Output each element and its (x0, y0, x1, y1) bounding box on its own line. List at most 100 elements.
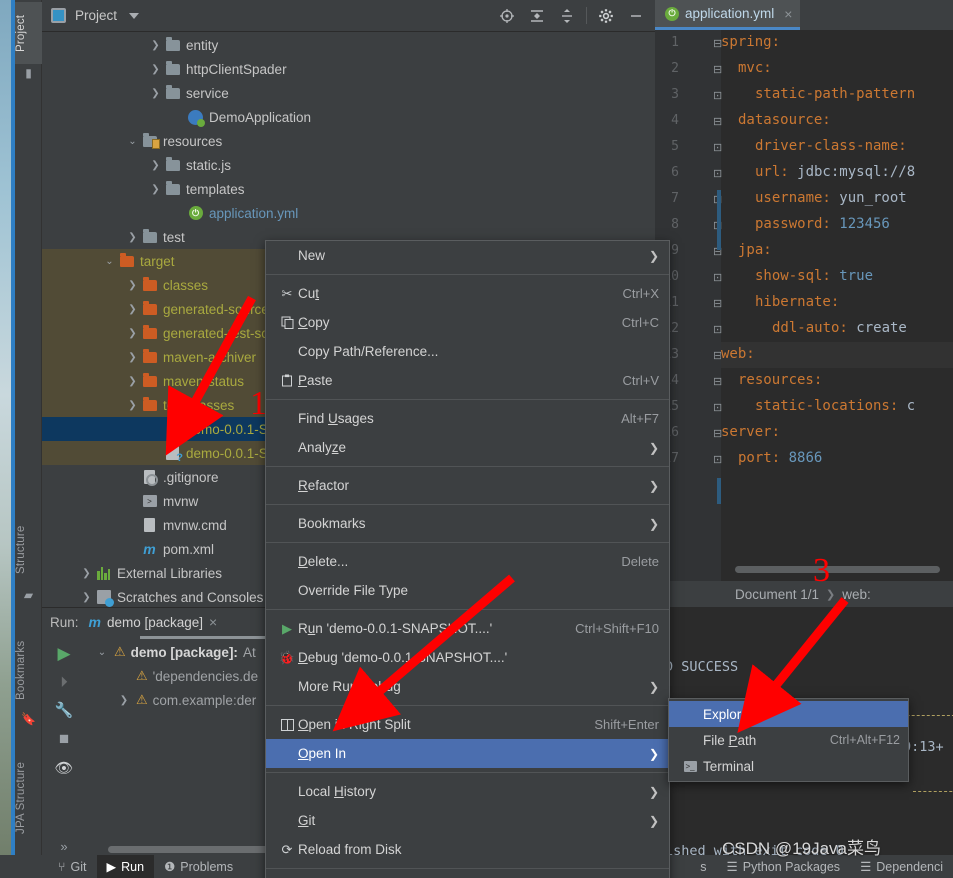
sidebar-tab-structure[interactable]: Structure (15, 514, 42, 586)
folder-orange-icon (119, 252, 134, 267)
chevron-right-icon[interactable]: ❯ (125, 280, 140, 291)
folder-icon (142, 228, 157, 243)
submenu-item-explorer[interactable]: Explorer (669, 701, 908, 727)
menu-item-label: Delete... (298, 554, 349, 569)
wrench-icon[interactable]: 🔧 (55, 701, 74, 719)
chevron-down-icon[interactable]: ⌄ (95, 647, 109, 658)
tree-item-label: .gitignore (163, 469, 219, 485)
run-tree-label: com.example:der (152, 692, 257, 708)
menu-item-open-in-right-split[interactable]: Open in Right Split Shift+Enter (266, 710, 669, 739)
layers-icon: ☰ (860, 860, 872, 874)
tree-item-resources[interactable]: ⌄ resources (42, 129, 655, 153)
locate-icon[interactable] (492, 1, 522, 31)
minimize-icon[interactable] (621, 1, 651, 31)
expand-all-icon[interactable] (552, 1, 582, 31)
tree-item-application-yml[interactable]: ⏻ application.yml (42, 201, 655, 225)
run-play-icon[interactable]: ▶ (57, 644, 70, 664)
status-item-run[interactable]: ▶ Run (96, 855, 155, 878)
menu-item-run-demo-0-0-1-snapshot[interactable]: ▶ Run 'demo-0.0.1-SNAPSHOT....' Ctrl+Shift… (266, 614, 669, 643)
submenu-item-file-path[interactable]: File Path Ctrl+Alt+F12 (669, 727, 908, 753)
submenu-item-terminal[interactable]: >_ Terminal (669, 753, 908, 779)
chevron-right-icon[interactable]: ❯ (125, 304, 140, 315)
chevron-right-icon[interactable]: ❯ (125, 232, 140, 243)
menu-item-copy[interactable]: Copy Ctrl+C (266, 308, 669, 337)
chevron-right-icon[interactable]: ❯ (148, 64, 163, 75)
menu-item-override-file-type[interactable]: Override File Type (266, 576, 669, 605)
chevron-right-icon[interactable]: ❯ (125, 376, 140, 387)
run-tab-demo-package[interactable]: m demo [package] × (89, 614, 218, 630)
chevron-right-icon: ❯ (648, 813, 659, 828)
status-item-truncated[interactable]: s (690, 855, 716, 878)
close-icon[interactable]: × (209, 614, 217, 630)
chevron-right-icon: ❯ (648, 478, 659, 493)
editor-horizontal-scrollbar[interactable] (735, 566, 940, 573)
chevron-right-icon[interactable]: ❯ (79, 568, 94, 579)
menu-item-cut[interactable]: ✂ Cut Ctrl+X (266, 279, 669, 308)
menu-item-paste[interactable]: Paste Ctrl+V (266, 366, 669, 395)
menu-item-compare-with[interactable]: ⇄Compare With...Ctrl+D (266, 873, 669, 878)
chevron-right-icon[interactable]: ❯ (148, 88, 163, 99)
more-icon[interactable]: » (60, 839, 67, 854)
menu-item-shortcut: Ctrl+C (621, 315, 659, 330)
chevron-down-icon[interactable]: ⌄ (102, 256, 117, 267)
menu-item-local-history[interactable]: Local History ❯ (266, 777, 669, 806)
breadcrumb-web[interactable]: web: (842, 587, 871, 602)
menu-item-delete[interactable]: Delete... Delete (266, 547, 669, 576)
menu-item-find-usages[interactable]: Find Usages Alt+F7 (266, 404, 669, 433)
breadcrumb-document[interactable]: Document 1/1 (735, 587, 819, 602)
menu-item-open-in[interactable]: Open In ❯ (266, 739, 669, 768)
open-in-submenu[interactable]: Explorer File Path Ctrl+Alt+F12 >_ Terminal (668, 698, 909, 782)
editor-code-line: username: yun_root (755, 190, 907, 206)
sidebar-tab-project[interactable]: Project (15, 2, 42, 64)
status-item-git[interactable]: ⑂ Git (48, 855, 97, 878)
chevron-down-icon[interactable] (129, 12, 140, 19)
menu-item-analyze[interactable]: Analyze ❯ (266, 433, 669, 462)
editor-tab-application-yml[interactable]: ⏻ application.yml × (655, 0, 801, 30)
copy-icon (276, 316, 298, 329)
chevron-right-icon[interactable]: ❯ (148, 184, 163, 195)
chevron-right-icon[interactable]: ❯ (79, 592, 94, 603)
context-menu[interactable]: New ❯ ✂ Cut Ctrl+X Copy Ctrl+C Copy Path/Refere… (265, 240, 670, 878)
chevron-right-icon[interactable]: ❯ (125, 352, 140, 363)
chevron-right-icon[interactable]: ❯ (117, 695, 131, 706)
status-item-problems[interactable]: ❶ Problems (154, 855, 243, 878)
run-tree-scrollbar[interactable] (108, 846, 271, 853)
chevron-down-icon[interactable]: ⌄ (125, 136, 140, 147)
status-truncated-label: s (700, 859, 707, 874)
editor-code-content[interactable]: spring: mvc: static-path-pattern datasource… (721, 30, 953, 607)
menu-item-new[interactable]: New ❯ (266, 241, 669, 270)
sidebar-tab-jpa-structure[interactable]: JPA Structure (15, 752, 42, 844)
sidebar-tab-bookmarks[interactable]: Bookmarks (15, 630, 42, 710)
stop-icon[interactable]: ■ (59, 729, 69, 749)
tree-item-templates[interactable]: ❯ templates (42, 177, 655, 201)
menu-item-refactor[interactable]: Refactor ❯ (266, 471, 669, 500)
folder-orange-icon (142, 324, 157, 339)
tree-item-demoapplication[interactable]: DemoApplication (42, 105, 655, 129)
tree-item-service[interactable]: ❯ service (42, 81, 655, 105)
tree-item-static-js[interactable]: ❯ static.js (42, 153, 655, 177)
collapse-all-icon[interactable] (522, 1, 552, 31)
tree-item-label: test-classes (163, 397, 235, 413)
menu-item-more-run-debug[interactable]: More Run/Debug ❯ (266, 672, 669, 701)
resources-folder-icon (142, 132, 160, 149)
menu-item-reload-from-disk[interactable]: ⟳ Reload from Disk (266, 835, 669, 864)
menu-item-git[interactable]: Git ❯ (266, 806, 669, 835)
rerun-icon[interactable]: ⏵ (60, 674, 68, 691)
menu-item-debug-demo-0-0-1-snapshot[interactable]: 🐞 Debug 'demo-0.0.1-SNAPSHOT....' (266, 643, 669, 672)
tree-item-httpclientspader[interactable]: ❯ httpClientSpader (42, 57, 655, 81)
chevron-right-icon[interactable]: ❯ (148, 40, 163, 51)
annotation-number-3: 3 (813, 552, 830, 589)
gear-icon[interactable] (591, 1, 621, 31)
menu-item-label: Run 'demo-0.0.1-SNAPSHOT....' (298, 621, 493, 636)
tree-item-entity[interactable]: ❯ entity (42, 33, 655, 57)
eye-icon[interactable]: 👁 (54, 759, 73, 777)
close-icon[interactable]: × (784, 6, 792, 22)
folder-orange-icon (142, 372, 157, 387)
menu-item-copy-path-reference[interactable]: Copy Path/Reference... (266, 337, 669, 366)
menu-item-label: Debug 'demo-0.0.1-SNAPSHOT....' (298, 650, 508, 665)
chevron-right-icon[interactable]: ❯ (148, 160, 163, 171)
menu-item-bookmarks[interactable]: Bookmarks ❯ (266, 509, 669, 538)
editor-code-line: static-locations: c (755, 398, 916, 414)
chevron-right-icon[interactable]: ❯ (125, 328, 140, 339)
chevron-right-icon[interactable]: ❯ (125, 400, 140, 411)
